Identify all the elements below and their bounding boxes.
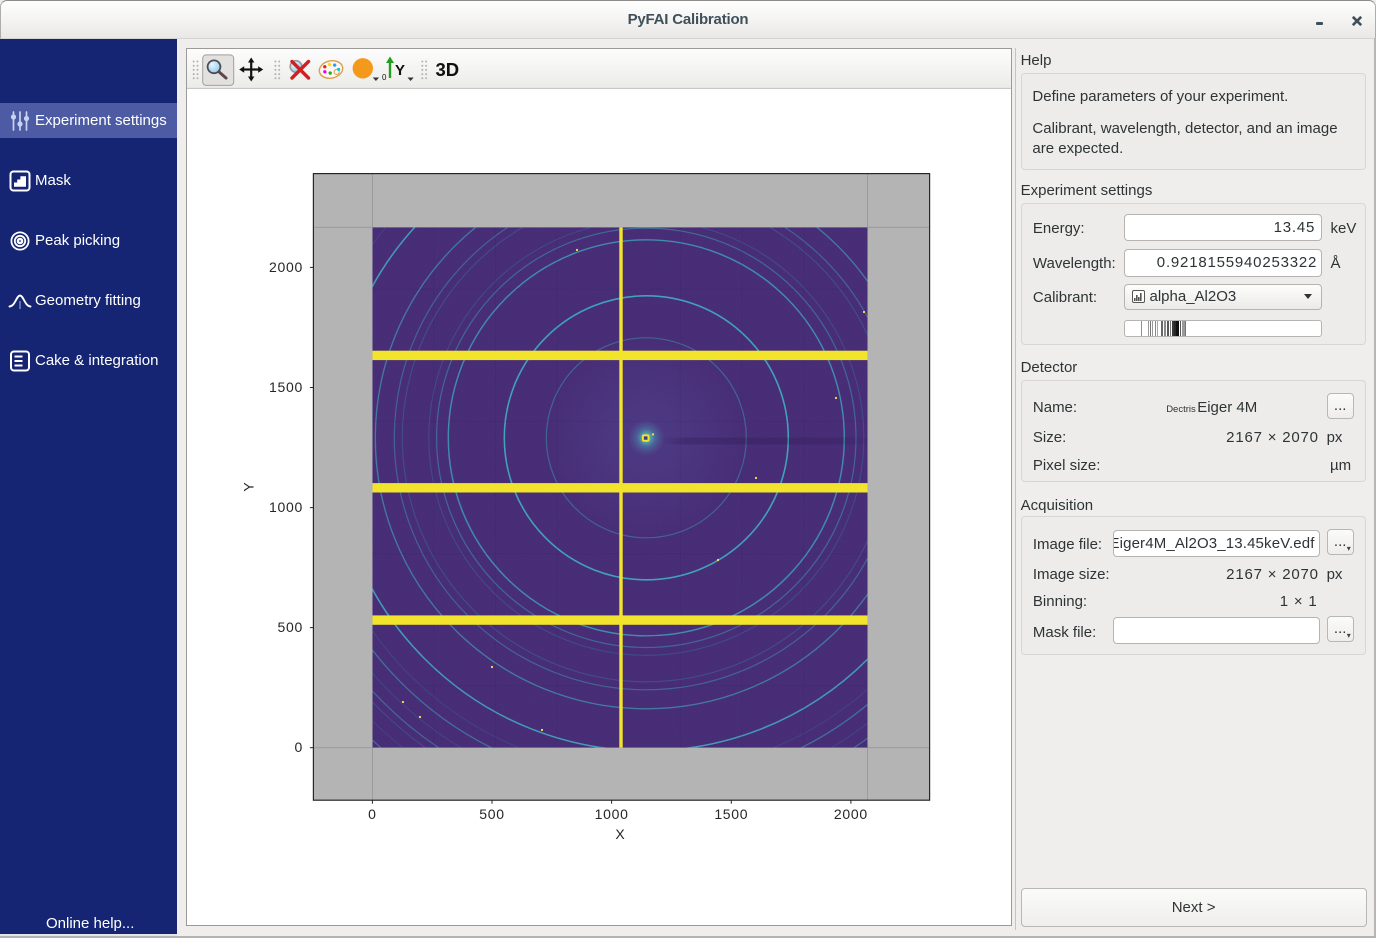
svg-text:0: 0 bbox=[295, 739, 304, 755]
svg-text:1000: 1000 bbox=[269, 499, 303, 515]
svg-text:2000: 2000 bbox=[269, 259, 303, 275]
svg-text:Y: Y bbox=[395, 62, 405, 79]
svg-text:1500: 1500 bbox=[269, 379, 303, 395]
svg-text:3D: 3D bbox=[436, 59, 460, 80]
svg-text:1500: 1500 bbox=[714, 806, 748, 822]
svg-text:Y: Y bbox=[240, 482, 256, 492]
svg-text:1000: 1000 bbox=[595, 806, 629, 822]
svg-text:0: 0 bbox=[382, 73, 387, 82]
svg-text:500: 500 bbox=[278, 619, 303, 635]
svg-text:500: 500 bbox=[479, 806, 504, 822]
svg-text:2000: 2000 bbox=[834, 806, 868, 822]
svg-text:0: 0 bbox=[368, 806, 377, 822]
svg-text:X: X bbox=[615, 826, 625, 842]
